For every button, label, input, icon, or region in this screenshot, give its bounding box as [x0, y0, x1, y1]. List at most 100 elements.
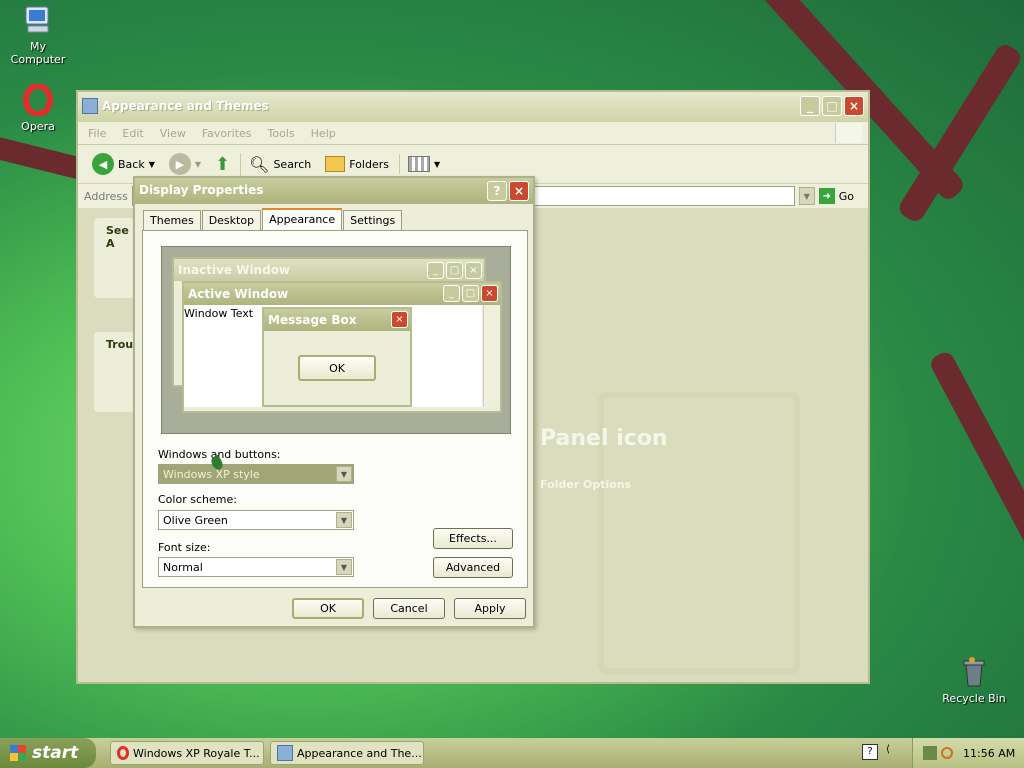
effects-button[interactable]: Effects...	[433, 528, 513, 549]
maximize-button[interactable]: □	[822, 96, 842, 116]
explorer-title-bar[interactable]: Appearance and Themes _ □ ×	[78, 92, 868, 122]
wallpaper-branch	[927, 349, 1024, 555]
appearance-preview: Inactive Window _ □ × Active Window _ □ …	[161, 246, 511, 434]
minimize-icon: _	[427, 262, 444, 279]
chevron-down-icon[interactable]: ▼	[798, 187, 815, 205]
chevron-down-icon: ▼	[336, 512, 352, 528]
dialog-title-bar[interactable]: Display Properties ? ×	[135, 178, 533, 204]
advanced-button[interactable]: Advanced	[433, 557, 513, 578]
menu-tools[interactable]: Tools	[268, 127, 295, 140]
start-label: start	[32, 743, 79, 763]
desktop-icon-label: My Computer	[10, 40, 66, 66]
content-heading: Panel icon	[540, 426, 668, 451]
message-box-title: Message Box	[264, 309, 410, 331]
windows-buttons-value: Windows XP style	[163, 468, 260, 481]
chevron-left-icon[interactable]: ⟨	[886, 744, 890, 755]
close-button[interactable]: ×	[844, 96, 864, 116]
close-icon: ×	[391, 311, 408, 328]
address-label: Address	[84, 189, 128, 203]
folder-options-link[interactable]: Folder Options	[540, 478, 631, 491]
chevron-down-icon[interactable]: ▼	[434, 160, 440, 169]
views-icon	[407, 156, 430, 172]
network-icon[interactable]	[923, 746, 937, 760]
font-size-select[interactable]: Normal ▼	[158, 557, 354, 577]
back-arrow-icon: ◀	[92, 153, 114, 175]
go-button[interactable]: Go	[839, 190, 868, 203]
start-button[interactable]: start	[0, 738, 96, 768]
folder-icon	[82, 98, 98, 114]
windows-logo-icon	[10, 745, 26, 761]
close-button[interactable]: ×	[509, 181, 529, 201]
clock[interactable]: 11:56 AM	[963, 747, 1015, 760]
minimize-button[interactable]: _	[800, 96, 820, 116]
search-icon: 🔍︎	[249, 154, 270, 174]
preview-scrollbar	[483, 305, 500, 407]
appearance-tab-panel: Inactive Window _ □ × Active Window _ □ …	[142, 230, 528, 588]
tab-themes[interactable]: Themes	[143, 210, 201, 231]
preview-message-box: Message Box × OK	[262, 307, 412, 407]
display-properties-dialog: Display Properties ? × Themes Desktop Ap…	[133, 176, 535, 628]
help-button[interactable]: ?	[487, 181, 507, 201]
menu-file[interactable]: File	[88, 127, 106, 140]
menu-edit[interactable]: Edit	[122, 127, 143, 140]
preview-active-window: Active Window _ □ × Window Text Message …	[182, 281, 502, 413]
tab-appearance[interactable]: Appearance	[262, 208, 343, 231]
troubleshooters-heading: Troul	[106, 338, 137, 351]
up-folder-button[interactable]: ⬆	[211, 152, 234, 177]
minimize-icon: _	[443, 285, 460, 302]
chevron-down-icon: ▼	[336, 559, 352, 575]
desktop-icon-my-computer[interactable]: My Computer	[2, 4, 74, 66]
ok-button[interactable]: OK	[292, 598, 364, 619]
back-label: Back	[118, 157, 145, 171]
taskbar-item-opera[interactable]: Windows XP Royale T...	[110, 741, 264, 765]
menu-help[interactable]: Help	[311, 127, 336, 140]
menu-favorites[interactable]: Favorites	[202, 127, 252, 140]
help-tray-icon[interactable]: ?	[862, 744, 878, 760]
preview-ok-button: OK	[298, 355, 376, 381]
see-also-heading: See A	[106, 224, 129, 250]
desktop-icon-recycle-bin[interactable]: Recycle Bin	[938, 656, 1010, 705]
forward-button[interactable]: ▶ ▼	[165, 151, 205, 177]
color-scheme-value: Olive Green	[163, 514, 228, 527]
close-icon: ×	[465, 262, 482, 279]
go-arrow-icon[interactable]: ➜	[818, 188, 835, 204]
taskbar: start Windows XP Royale T... Appearance …	[0, 738, 1024, 768]
folders-label: Folders	[349, 157, 389, 171]
chevron-down-icon[interactable]: ▼	[195, 160, 201, 169]
views-button[interactable]: ▼	[398, 154, 444, 174]
windows-logo-icon	[835, 123, 862, 143]
desktop-icon-label: Opera	[21, 120, 55, 133]
maximize-icon: □	[446, 262, 463, 279]
close-icon: ×	[481, 285, 498, 302]
opera-icon	[22, 83, 54, 117]
see-also-panel: See A	[94, 218, 134, 298]
computer-icon	[22, 4, 54, 36]
taskbar-item-label: Appearance and The...	[297, 746, 422, 760]
back-button[interactable]: ◀ Back ▼	[88, 151, 159, 177]
tab-settings[interactable]: Settings	[343, 210, 403, 231]
opera-icon	[117, 746, 129, 760]
troubleshooters-panel: Troul	[94, 332, 137, 412]
chevron-down-icon[interactable]: ▼	[149, 160, 155, 169]
cancel-button[interactable]: Cancel	[373, 598, 445, 619]
search-button[interactable]: 🔍︎ Search	[240, 152, 315, 176]
folder-icon	[277, 745, 293, 761]
font-size-value: Normal	[163, 561, 203, 574]
desktop-icon-label: Recycle Bin	[942, 692, 1006, 705]
apply-button[interactable]: Apply	[454, 598, 526, 619]
taskbar-item-appearance[interactable]: Appearance and The...	[270, 741, 424, 765]
windows-buttons-select[interactable]: Windows XP style ▼	[158, 464, 354, 484]
menu-view[interactable]: View	[160, 127, 186, 140]
folders-button[interactable]: Folders	[321, 154, 393, 174]
desktop-icon-opera[interactable]: Opera	[2, 83, 74, 133]
color-scheme-label: Color scheme:	[158, 493, 237, 506]
system-tray: 11:56 AM	[912, 738, 1024, 768]
search-label: Search	[273, 157, 312, 171]
maximize-icon: □	[462, 285, 479, 302]
color-scheme-select[interactable]: Olive Green ▼	[158, 510, 354, 530]
font-size-label: Font size:	[158, 541, 211, 554]
window-title: Appearance and Themes	[102, 99, 269, 113]
search-icon[interactable]	[941, 747, 953, 759]
tab-desktop[interactable]: Desktop	[201, 210, 262, 231]
folders-icon	[325, 156, 346, 172]
